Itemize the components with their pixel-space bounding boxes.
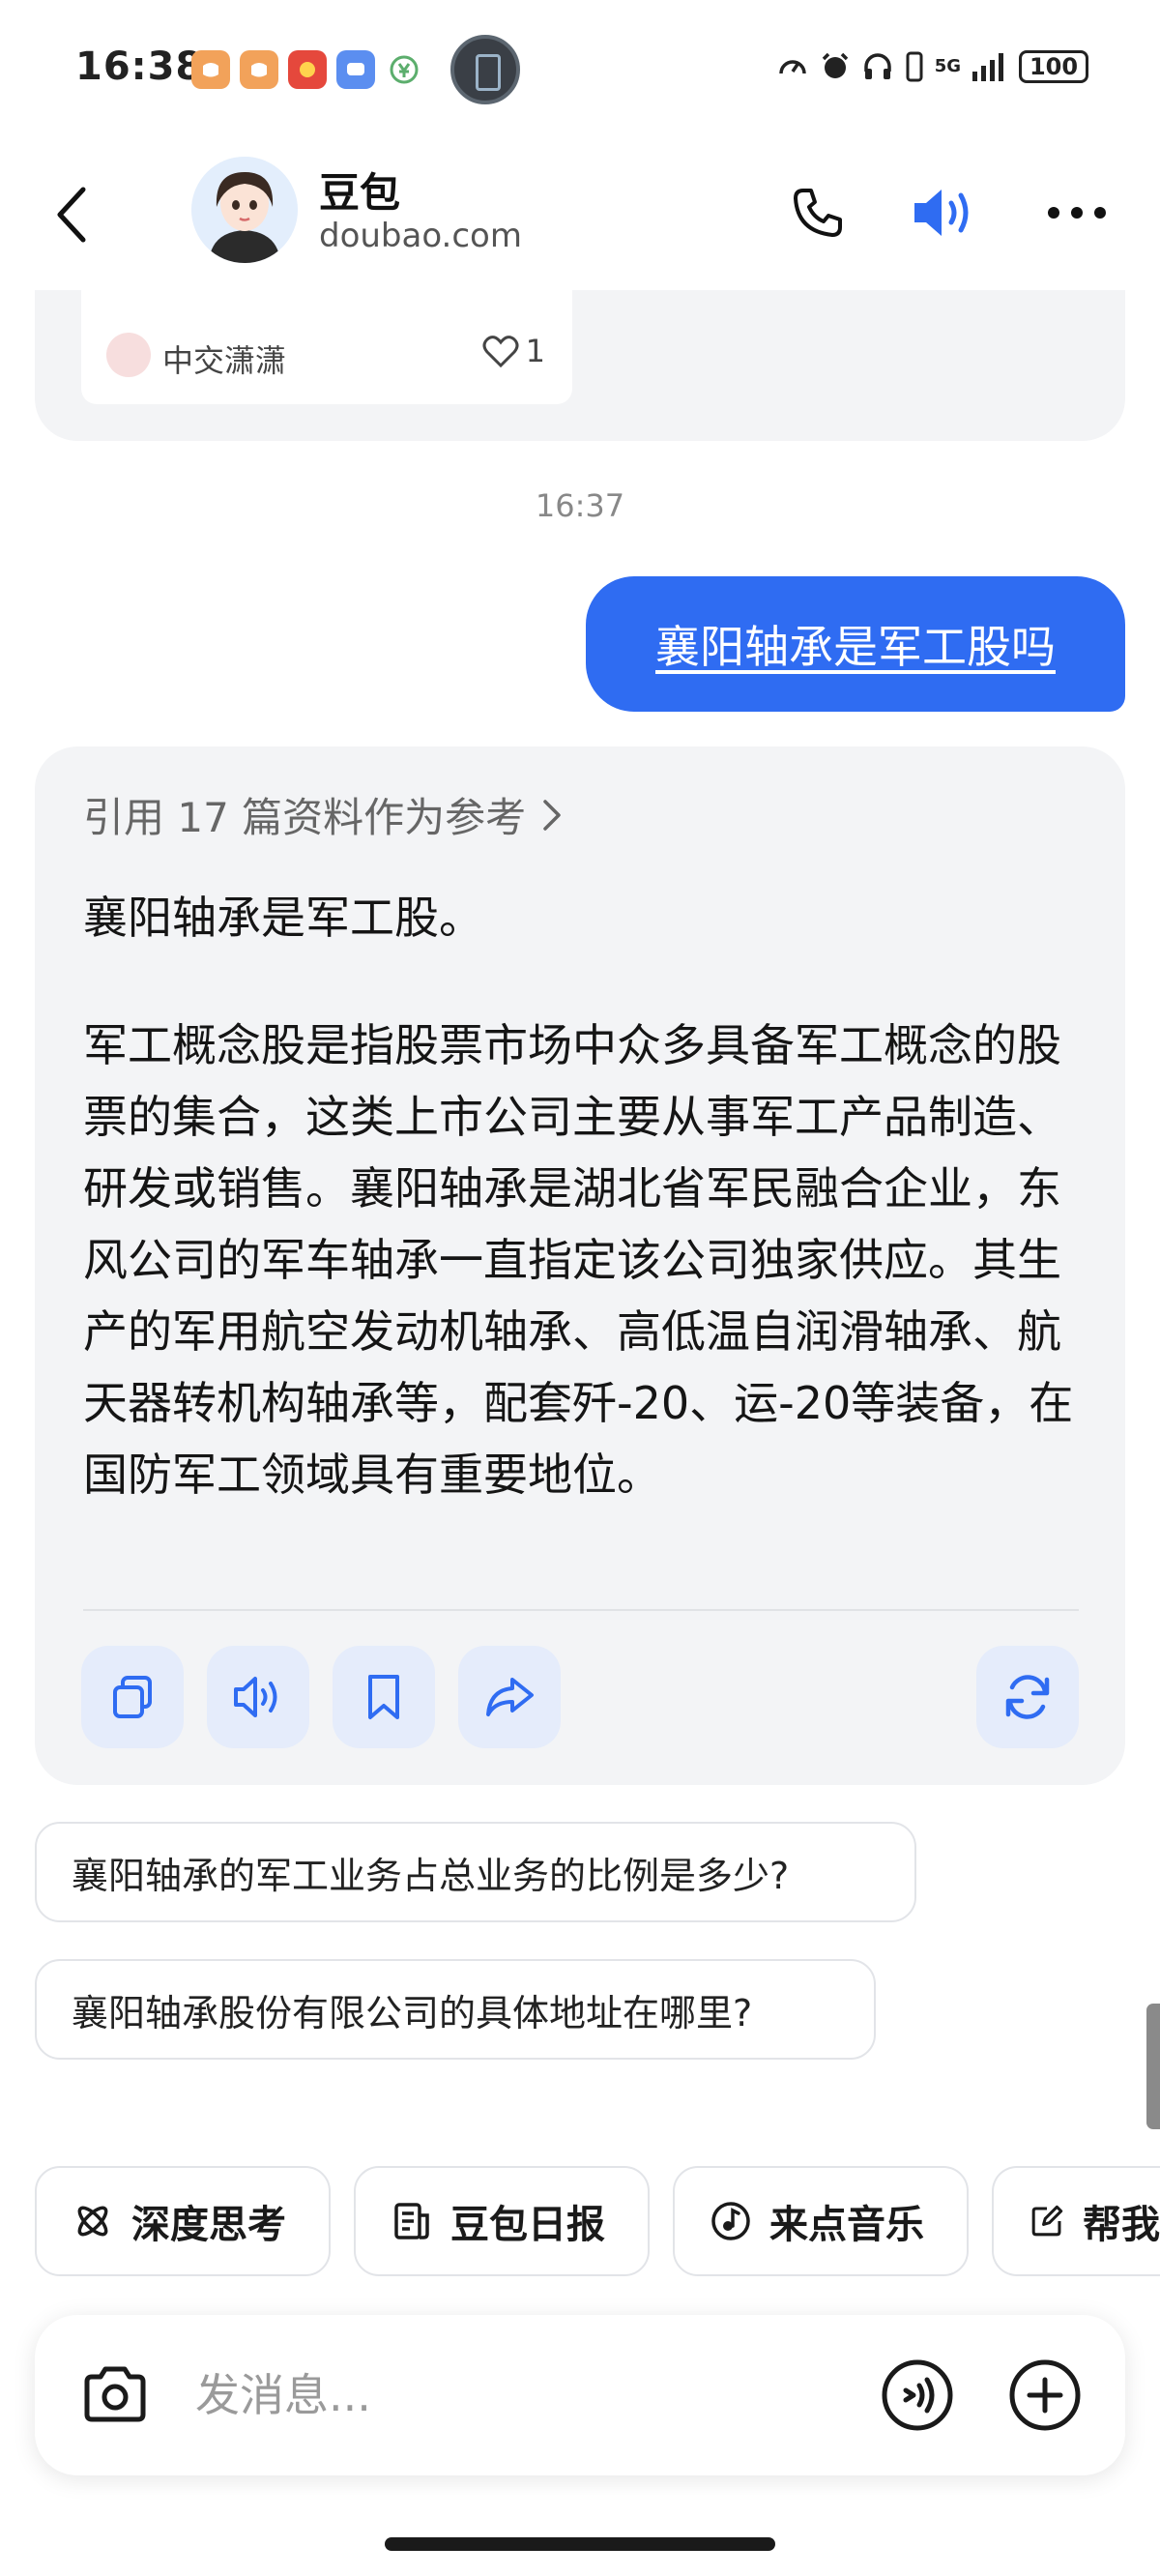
- quick-action-label: 豆包日报: [450, 2203, 605, 2247]
- quick-action-help-write[interactable]: 帮我: [992, 2166, 1160, 2276]
- voice-playback-button[interactable]: [907, 176, 980, 249]
- voice-input-button[interactable]: [878, 2356, 957, 2435]
- quick-action-label: 帮我: [1083, 2203, 1160, 2247]
- speaker-icon: [914, 190, 969, 236]
- previous-answer-card: 中交潇潇 1: [35, 290, 1125, 441]
- quick-action-label: 深度思考: [131, 2203, 286, 2247]
- status-time: 16:38: [75, 44, 204, 89]
- bot-avatar[interactable]: [191, 157, 298, 263]
- answer-body: 军工概念股是指股票市场中众多具备军工概念的股票的集合，这类上市公司主要从事军工产…: [83, 1019, 1074, 1501]
- quick-action-deep-think[interactable]: 深度思考: [35, 2166, 331, 2276]
- divider: [83, 1609, 1079, 1611]
- share-button[interactable]: [458, 1646, 561, 1748]
- message-composer: [35, 2315, 1125, 2475]
- quick-action-music[interactable]: 来点音乐: [673, 2166, 969, 2276]
- chat-header: 豆包 doubao.com: [0, 135, 1160, 290]
- app-notification-icon: [191, 50, 230, 89]
- back-button[interactable]: [43, 176, 101, 253]
- notification-icons: [191, 50, 423, 89]
- phone-icon: [794, 189, 842, 237]
- more-options-button[interactable]: [1040, 176, 1114, 249]
- suggested-question[interactable]: 襄阳轴承的军工业务占总业务的比例是多少?: [35, 1822, 916, 1922]
- status-bar: 16:38 5G 100: [0, 0, 1160, 135]
- message-timestamp: 16:37: [535, 487, 625, 524]
- plus-circle-icon: [1009, 2359, 1081, 2431]
- newspaper-icon: [394, 2203, 429, 2239]
- answer-lead: 襄阳轴承是军工股。: [83, 892, 483, 944]
- system-status-icons: 5G 100: [776, 50, 1088, 83]
- edit-icon: [1031, 2205, 1063, 2237]
- reference-author: 中交潇潇: [162, 342, 287, 379]
- chevron-right-icon: [543, 799, 561, 831]
- regenerate-button[interactable]: [976, 1646, 1079, 1748]
- bot-answer-card: 引用 17 篇资料作为参考 襄阳轴承是军工股。 军工概念股是指股票市场中众多具备…: [35, 746, 1125, 1785]
- network-type-label: 5G: [934, 56, 961, 76]
- copy-icon: [113, 1676, 152, 1718]
- share-icon: [486, 1678, 534, 1716]
- references-link[interactable]: 引用 17 篇资料作为参考: [83, 785, 563, 844]
- bookmark-button[interactable]: [333, 1646, 435, 1748]
- refresh-icon: [1005, 1675, 1050, 1719]
- headphones-icon: [863, 53, 891, 79]
- call-button[interactable]: [787, 176, 849, 249]
- signal-icon: [972, 53, 1003, 81]
- user-message-text: 襄阳轴承是军工股吗: [655, 621, 1056, 673]
- media-player-thumbnail[interactable]: [450, 35, 520, 104]
- home-indicator[interactable]: [385, 2537, 775, 2551]
- more-horizontal-icon: [1048, 207, 1106, 219]
- reference-card[interactable]: 中交潇潇 1: [81, 290, 572, 404]
- bot-name: 豆包: [319, 169, 401, 217]
- suggested-question[interactable]: 襄阳轴承股份有限公司的具体地址在哪里?: [35, 1959, 876, 2060]
- chevron-left-icon: [57, 187, 86, 243]
- takeout-notification-icon: [288, 50, 327, 89]
- author-avatar: [106, 333, 151, 377]
- scrollbar-thumb[interactable]: [1146, 2004, 1160, 2129]
- speaker-icon: [234, 1677, 277, 1717]
- add-attachment-button[interactable]: [1005, 2356, 1085, 2435]
- battery-indicator: 100: [1019, 50, 1088, 83]
- music-note-icon: [711, 2202, 750, 2240]
- app-notification-icon: [240, 50, 278, 89]
- like-count[interactable]: 1: [481, 333, 545, 369]
- alarm-icon: [822, 52, 848, 78]
- voice-wave-icon: [882, 2359, 953, 2431]
- heart-icon: [482, 336, 519, 368]
- read-aloud-button[interactable]: [207, 1646, 309, 1748]
- references-label: 引用 17 篇资料作为参考: [83, 794, 527, 841]
- bot-domain: doubao.com: [319, 217, 522, 255]
- answer-actions: [81, 1646, 1079, 1748]
- camera-icon: [84, 2366, 146, 2422]
- quick-action-label: 来点音乐: [769, 2203, 924, 2247]
- like-count-value: 1: [525, 333, 545, 369]
- copy-button[interactable]: [81, 1646, 184, 1748]
- vibrate-icon: [906, 51, 923, 82]
- speedometer-icon: [778, 60, 806, 74]
- atom-icon: [77, 2206, 108, 2237]
- wallet-notification-icon: [385, 50, 423, 89]
- bookmark-icon: [368, 1675, 399, 1719]
- chat-notification-icon: [336, 50, 375, 89]
- camera-button[interactable]: [75, 2356, 155, 2435]
- message-input[interactable]: [195, 2354, 872, 2437]
- user-message-bubble[interactable]: 襄阳轴承是军工股吗: [586, 576, 1125, 712]
- quick-action-daily-report[interactable]: 豆包日报: [354, 2166, 650, 2276]
